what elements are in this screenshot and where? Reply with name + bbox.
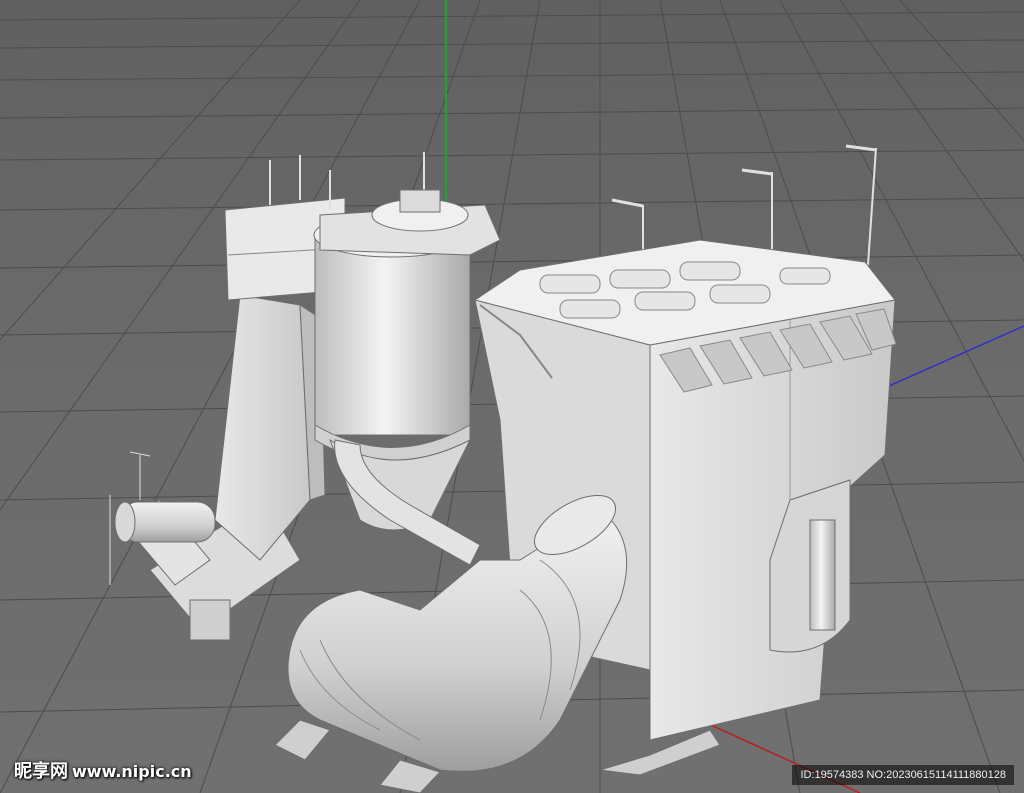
image-id-strip: ID:19574383 NO:20230615114111880128 xyxy=(792,765,1014,785)
curved-duct xyxy=(287,495,628,772)
watermark-site: www.nipic.cn xyxy=(72,762,192,781)
central-cylinder xyxy=(313,189,501,531)
watermark-brand: 昵享网 xyxy=(14,761,68,782)
boiler-model[interactable] xyxy=(109,144,897,793)
watermark-logo: 昵享网 www.nipic.cn xyxy=(14,757,192,783)
scene-canvas[interactable] xyxy=(0,0,1024,793)
x-axis-line xyxy=(879,325,1024,391)
3d-viewport[interactable]: 昵享网 www.nipic.cn ID:19574383 NO:202306151… xyxy=(0,0,1024,793)
left-drum xyxy=(114,501,216,543)
